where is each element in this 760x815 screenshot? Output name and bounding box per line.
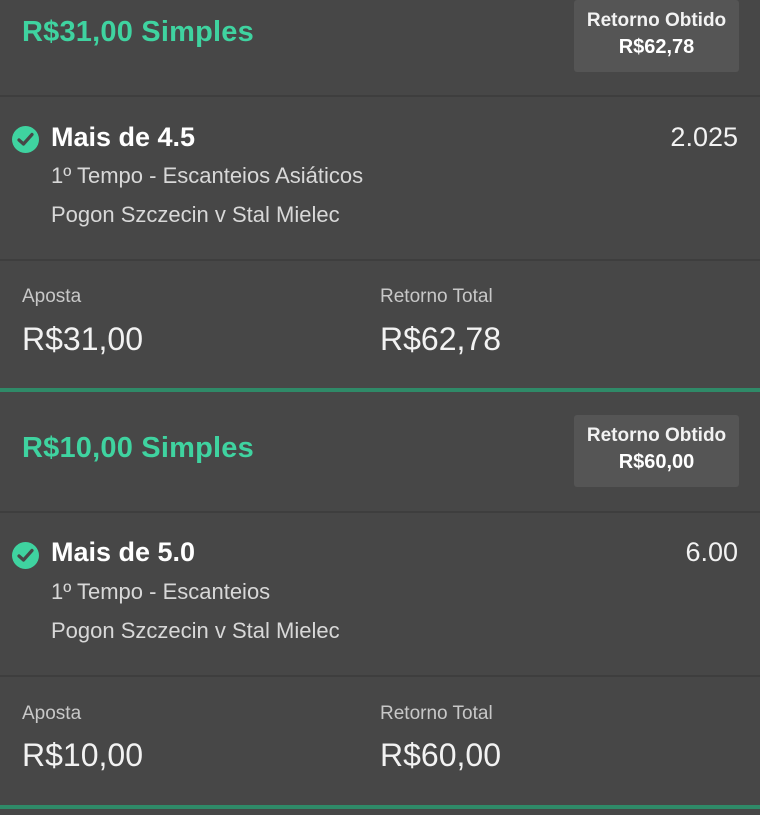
selection[interactable]: Mais de 5.0 6.00 1º Tempo - Escanteios P… [0, 513, 760, 678]
return-badge-label: Retorno Obtido [586, 10, 727, 31]
stake-label: Aposta [22, 703, 82, 724]
selection-event: Pogon Szczecin v Stal Mielec [51, 202, 340, 227]
divider [0, 675, 760, 677]
card-separator [0, 805, 760, 809]
bet-header: R$10,00 Simples Retorno Obtido R$60,00 [0, 392, 760, 511]
selection-name: Mais de 5.0 [51, 537, 196, 567]
total-return-value: R$62,78 [380, 321, 501, 357]
bet-title: R$31,00 Simples [22, 16, 254, 48]
stake-value: R$31,00 [22, 321, 143, 357]
bet-card: R$31,00 Simples Retorno Obtido R$62,78 M… [0, 0, 760, 392]
return-badge: Retorno Obtido R$60,00 [574, 415, 739, 487]
total-return-label: Retorno Total [380, 703, 493, 724]
total-return-value: R$60,00 [380, 737, 501, 773]
bet-title: R$10,00 Simples [22, 432, 254, 464]
divider [0, 259, 760, 261]
stake-value: R$10,00 [22, 737, 143, 773]
selection-market: 1º Tempo - Escanteios [51, 579, 271, 604]
selection-event: Pogon Szczecin v Stal Mielec [51, 618, 340, 643]
bet-card: R$10,00 Simples Retorno Obtido R$60,00 M… [0, 392, 760, 805]
selection[interactable]: Mais de 4.5 2.025 1º Tempo - Escanteios … [0, 97, 760, 262]
selection-odds: 2.025 [670, 122, 738, 152]
total-return-label: Retorno Total [380, 286, 493, 307]
bet-header: R$31,00 Simples Retorno Obtido R$62,78 [0, 0, 760, 95]
return-badge-value: R$60,00 [618, 451, 695, 473]
selection-market: 1º Tempo - Escanteios Asiáticos [51, 163, 364, 188]
check-circle-icon [12, 542, 39, 569]
selection-odds: 6.00 [685, 537, 738, 567]
check-circle-icon [12, 126, 39, 153]
return-badge: Retorno Obtido R$62,78 [574, 0, 739, 72]
return-badge-label: Retorno Obtido [586, 425, 727, 446]
stake-label: Aposta [22, 286, 82, 307]
return-badge-value: R$62,78 [618, 36, 695, 58]
selection-name: Mais de 4.5 [51, 122, 196, 152]
